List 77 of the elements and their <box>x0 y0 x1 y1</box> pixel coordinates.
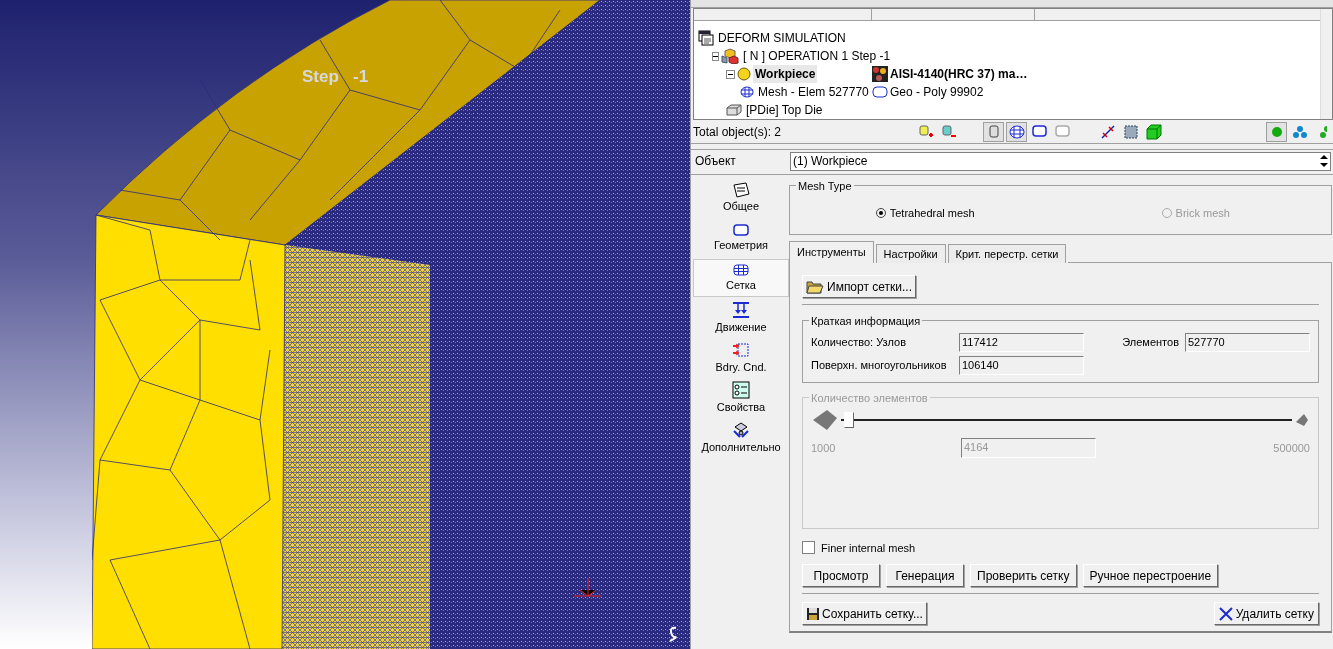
cross-icon <box>1218 606 1233 621</box>
delete-mesh-button[interactable]: Удалить сетку <box>1213 602 1319 625</box>
ruler-line-icon <box>1099 123 1116 140</box>
balls-icon <box>1291 123 1308 140</box>
balls-icon <box>1318 123 1327 140</box>
nav-item[interactable]: Свойства <box>693 379 789 417</box>
s-logo-icon <box>668 626 678 642</box>
small-diamond-icon <box>1294 412 1310 428</box>
folder-icon <box>806 279 824 294</box>
nav-item[interactable]: Общее <box>693 179 789 217</box>
cylinder-add-icon <box>917 123 934 140</box>
action-button[interactable]: Проверить сетку <box>970 564 1077 587</box>
max-value: 500000 <box>1273 440 1310 456</box>
tree-item-detail: Geo - Poly 99902 <box>890 84 984 101</box>
tree-item[interactable]: DEFORM SIMULATION <box>716 29 848 47</box>
radio-label: Brick mesh <box>1175 205 1230 221</box>
material-swatch-icon <box>872 66 888 82</box>
step-label: Step -1 <box>302 66 369 88</box>
ball-icon <box>1269 124 1284 139</box>
elements-field: 527770 <box>1185 333 1310 352</box>
radio-label: Tetrahedral mesh <box>889 205 975 221</box>
collapse-icon[interactable] <box>726 69 735 79</box>
mesh-grid-icon <box>733 262 749 277</box>
object-label: Объект <box>695 153 737 170</box>
mesh-grid-icon <box>1008 123 1025 140</box>
tree-item-detail: AISI-4140(HRC 37) ma… <box>890 66 1028 83</box>
press-arrows-icon <box>732 300 750 319</box>
window-stack-icon <box>698 30 714 46</box>
save-mesh-button[interactable]: Сохранить сетку... <box>802 602 927 625</box>
tree-item[interactable]: [ N ] OPERATION 1 Step -1 <box>741 47 893 65</box>
notes-icon <box>732 181 750 198</box>
boundary-condition-icon <box>732 340 750 359</box>
rounded-rectangle-icon <box>872 86 888 98</box>
list-options-icon <box>732 380 750 399</box>
nav-item[interactable]: Дополнительно <box>693 419 789 457</box>
checkbox-label: Finer internal mesh <box>821 540 916 556</box>
action-button[interactable]: Просмотр <box>802 564 880 587</box>
object-dropdown[interactable]: (1) Workpiece <box>790 151 1331 171</box>
tab[interactable]: Настройки <box>875 244 946 263</box>
rounded-rectangle-icon <box>1054 123 1071 140</box>
nav-item[interactable]: Геометрия <box>693 219 789 257</box>
status-text: Total object(s): 2 <box>693 123 783 141</box>
action-button[interactable]: Ручное перестроение <box>1082 564 1219 587</box>
nav-item[interactable]: Движение <box>693 299 789 337</box>
group-title: Краткая информация <box>809 313 923 330</box>
rounded-rectangle-icon <box>733 222 749 237</box>
tab[interactable]: Инструменты <box>789 241 874 263</box>
toolbar-button[interactable] <box>1006 121 1027 142</box>
tree-item[interactable]: Workpiece <box>753 65 818 83</box>
cube-icon <box>1145 123 1162 140</box>
nav-item[interactable]: Сетка <box>693 259 789 297</box>
action-button[interactable]: Генерация <box>886 564 964 587</box>
nodes-field: 117412 <box>959 333 1084 352</box>
import-mesh-button[interactable]: Импорт сетки... <box>802 275 916 298</box>
dotted-box-icon <box>1122 123 1139 140</box>
block-icon <box>726 104 742 116</box>
min-value: 1000 <box>811 440 837 456</box>
tab[interactable]: Крит. перестр. сетки <box>947 244 1067 263</box>
nav-item[interactable]: Bdry. Cnd. <box>693 339 789 377</box>
scrollbar[interactable] <box>1320 9 1332 119</box>
checkbox[interactable] <box>802 541 815 555</box>
field-label: Элементов <box>1122 335 1179 351</box>
toolbar-button[interactable] <box>1143 121 1164 142</box>
toolbar-button[interactable] <box>983 121 1004 142</box>
tree-item[interactable]: Mesh - Elem 527770 <box>756 83 871 101</box>
cubes-icon <box>721 48 739 64</box>
field-label: Поверхн. многоугольников <box>811 358 948 374</box>
mesh-grid-icon <box>740 86 754 98</box>
tools-icon <box>731 420 751 439</box>
tree-item[interactable]: [PDie] Top Die <box>744 101 825 119</box>
cylinder-remove-icon <box>940 123 957 140</box>
polygons-field: 106140 <box>959 356 1084 375</box>
sphere-icon <box>737 67 751 81</box>
field-label: Количество: Узлов <box>811 335 907 351</box>
rounded-rectangle-icon <box>1031 123 1048 140</box>
collapse-icon[interactable] <box>712 51 719 61</box>
spin-arrows-icon <box>1320 154 1328 168</box>
